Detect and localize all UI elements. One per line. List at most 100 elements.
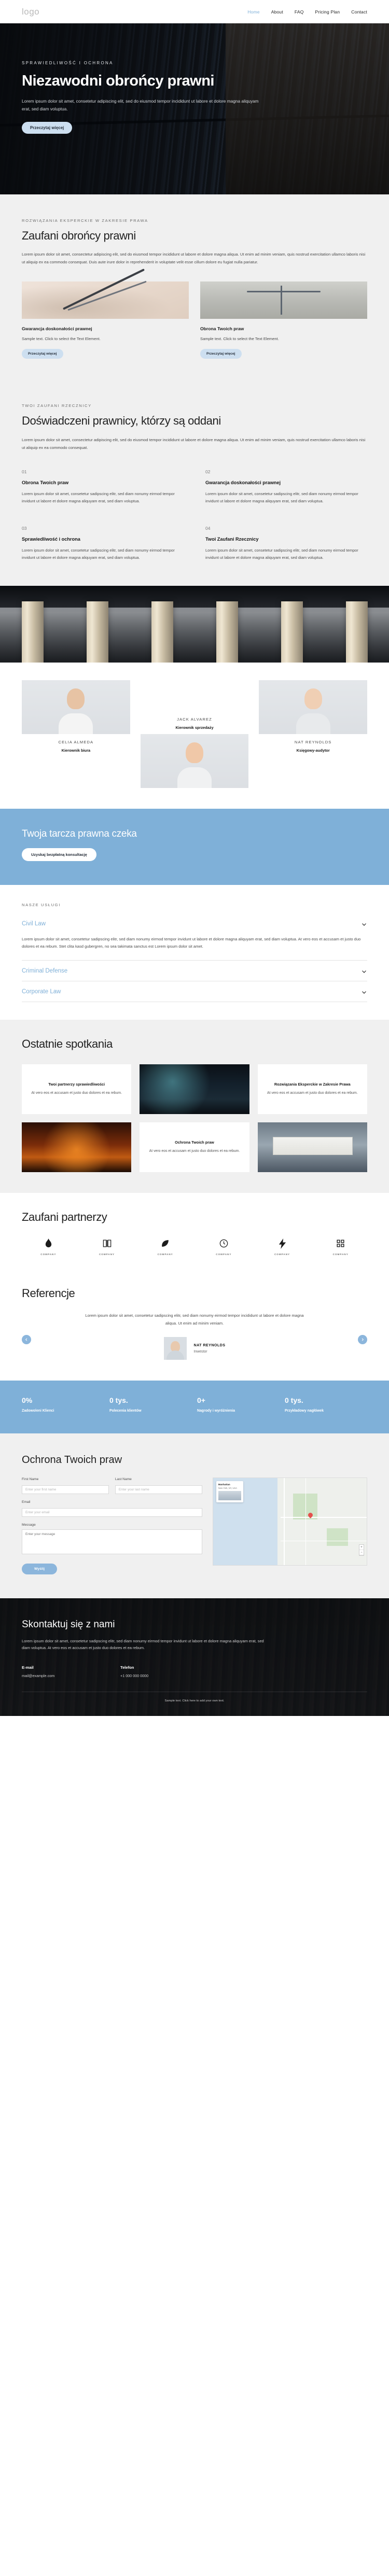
stat-value: 0 tys.	[109, 1396, 128, 1404]
police-officers-night-image	[140, 1064, 249, 1114]
partner-logo[interactable]: COMPANY	[80, 1237, 134, 1256]
gallery-cell-title: Rozwiązania Eksperckie w Zakresie Prawa	[274, 1081, 351, 1087]
last-name-input[interactable]	[115, 1485, 202, 1494]
lady-justice-statue-image	[200, 281, 367, 319]
fire-flames-image	[22, 1122, 132, 1172]
site-footer: Skontaktuj się z nami Lorem ipsum dolor …	[0, 1598, 389, 1716]
map-location-thumbnail	[218, 1490, 241, 1500]
stat-value: 0 tys.	[285, 1396, 303, 1404]
gallery-cell-text: At vero eos et accusam et justo duo dolo…	[31, 1091, 122, 1095]
footer-email-value[interactable]: mail@example.com	[22, 1673, 100, 1678]
gallery-grid: Twoi partnerzy sprawiedliwości At vero e…	[22, 1064, 367, 1172]
partner-name: COMPANY	[332, 1252, 349, 1256]
gallery-cell-title: Twoi partnerzy sprawiedliwości	[48, 1081, 105, 1087]
blonde-woman-photo	[259, 680, 368, 734]
nav-item-faq[interactable]: FAQ	[295, 9, 304, 15]
flame-icon	[22, 1237, 75, 1250]
protest-march-image	[257, 1122, 367, 1172]
map-zoom-out-button[interactable]: −	[359, 1550, 364, 1555]
partner-logo[interactable]: COMPANY	[197, 1237, 251, 1256]
first-name-input[interactable]	[22, 1485, 109, 1494]
team-member-name: CELIA ALMEDA	[58, 739, 94, 744]
accordion-title: Civil Law	[22, 920, 46, 927]
feature-text: Lorem ipsum dolor sit amet, consetetur s…	[22, 548, 175, 560]
hero-subtitle: Lorem ipsum dolor sit amet, consetetur a…	[22, 98, 259, 111]
partner-logo[interactable]: COMPANY	[314, 1237, 367, 1256]
partners-title: Zaufani partnerzy	[22, 1210, 107, 1223]
team-member-name: JACK ALVAREZ	[177, 716, 212, 722]
testimonials-title: Referencje	[22, 1286, 75, 1300]
cta-title: Twoja tarcza prawna czeka	[22, 828, 137, 839]
man-with-beard-photo	[22, 680, 130, 734]
team-section: JACK ALVAREZ Kierownik sprzedaży CELIA A…	[0, 662, 389, 809]
testimonial-author-name: NAT REYNOLDS	[193, 1343, 226, 1348]
submit-button[interactable]: Wyślij	[22, 1563, 58, 1574]
map-zoom-in-button[interactable]: +	[359, 1545, 364, 1550]
accordion-header[interactable]: Corporate Law	[22, 981, 367, 1002]
map-zoom-control[interactable]: + −	[359, 1544, 364, 1556]
service-card-text: Sample text. Click to select the Text El…	[22, 336, 101, 342]
gallery-cell-title: Ochrona Twoich praw	[175, 1139, 214, 1145]
accordion-header[interactable]: Criminal Defense	[22, 961, 367, 981]
feature-title: Twoi Zaufani Rzecznicy	[205, 537, 259, 542]
footer-phone-value[interactable]: +1 000 000 0000	[120, 1673, 198, 1678]
accordion-eyebrow: NASZE USŁUGI	[22, 902, 61, 907]
team-member-role: Kierownik sprzedaży	[175, 725, 214, 730]
feature-item: 01 Obrona Twoich praw Lorem ipsum dolor …	[22, 469, 184, 505]
chevron-down-icon[interactable]	[361, 921, 367, 927]
chevron-down-icon[interactable]	[361, 968, 367, 974]
service-card-button[interactable]: Przeczytaj więcej	[22, 349, 63, 359]
message-label: Message	[22, 1523, 36, 1527]
chevron-left-icon[interactable]	[22, 1334, 31, 1344]
service-card-button[interactable]: Przeczytaj więcej	[200, 349, 242, 359]
team-member-role: Kierownik biura	[61, 748, 91, 753]
chevron-down-icon[interactable]	[361, 989, 367, 995]
map-location-title: Manhattan	[218, 1483, 230, 1486]
feature-text: Lorem ipsum dolor sit amet, consetetur s…	[205, 491, 358, 503]
map-location-card[interactable]: Manhattan New York, NY, USA	[216, 1481, 243, 1502]
partner-logo[interactable]: COMPANY	[22, 1237, 75, 1256]
nav-item-contact[interactable]: Contact	[351, 9, 367, 15]
nav-item-home[interactable]: Home	[247, 9, 259, 15]
feature-number: 04	[205, 526, 211, 531]
chevron-right-icon[interactable]	[358, 1334, 367, 1344]
accordion-item-civil-law[interactable]: Civil Law Lorem ipsum dolor sit amet, co…	[22, 913, 367, 961]
feature-title: Sprawiedliwość i ochrona	[22, 537, 80, 542]
nav-item-pricing-plan[interactable]: Pricing Plan	[315, 9, 340, 15]
partner-name: COMPANY	[274, 1252, 290, 1256]
team-member	[22, 680, 130, 734]
partner-name: COMPANY	[99, 1252, 115, 1256]
email-input[interactable]	[22, 1508, 202, 1517]
gallery-section: Ostatnie spotkania Twoi partnerzy sprawi…	[0, 1020, 389, 1193]
gallery-text-cell: Ochrona Twoich praw At vero eos et accus…	[140, 1122, 249, 1172]
email-label: Email	[22, 1500, 31, 1504]
services-title: Zaufani obrońcy prawni	[22, 229, 136, 242]
footer-email-label: E-mail	[22, 1665, 34, 1670]
footer-phone-label: Telefon	[120, 1665, 134, 1670]
nav-item-about[interactable]: About	[271, 9, 283, 15]
main-navigation: Home About FAQ Pricing Plan Contact	[247, 9, 367, 15]
feature-text: Lorem ipsum dolor sit amet, consetetur s…	[205, 548, 358, 560]
testimonial-author-role: Inwestor	[193, 1350, 207, 1354]
partner-logo[interactable]: COMPANY	[138, 1237, 192, 1256]
partner-logo[interactable]: COMPANY	[256, 1237, 309, 1256]
testimonial-author: NAT REYNOLDS Inwestor	[22, 1336, 367, 1360]
feature-title: Gwarancja doskonałości prawnej	[205, 480, 281, 485]
accordion-item-corporate-law[interactable]: Corporate Law	[22, 981, 367, 1003]
partner-name: COMPANY	[216, 1252, 232, 1256]
smiling-woman-photo	[140, 734, 249, 788]
logo[interactable]: logo	[22, 7, 39, 17]
cta-consultation-button[interactable]: Uzyskaj bezpłatną konsultację	[22, 848, 96, 861]
map[interactable]: Manhattan New York, NY, USA + −	[212, 1477, 367, 1566]
stat-value: 0%	[22, 1396, 33, 1404]
service-card: Gwarancja doskonałości prawnej Sample te…	[22, 281, 189, 359]
team-member	[259, 680, 368, 734]
lawyers-section: TWOI ZAUFANI RZECZNICY Doświadczeni praw…	[0, 383, 389, 586]
message-textarea[interactable]	[22, 1529, 202, 1554]
page-root: logo Home About FAQ Pricing Plan Contact…	[0, 0, 389, 1716]
hero-read-more-button[interactable]: Przeczytaj więcej	[22, 121, 73, 134]
accordion-header[interactable]: Civil Law	[22, 913, 367, 934]
testimonial-slider: Lorem ipsum dolor sit amet, consetetur s…	[22, 1308, 367, 1360]
accordion-item-criminal-defense[interactable]: Criminal Defense	[22, 961, 367, 982]
footer-phone-block: Telefon +1 000 000 0000	[120, 1665, 198, 1678]
